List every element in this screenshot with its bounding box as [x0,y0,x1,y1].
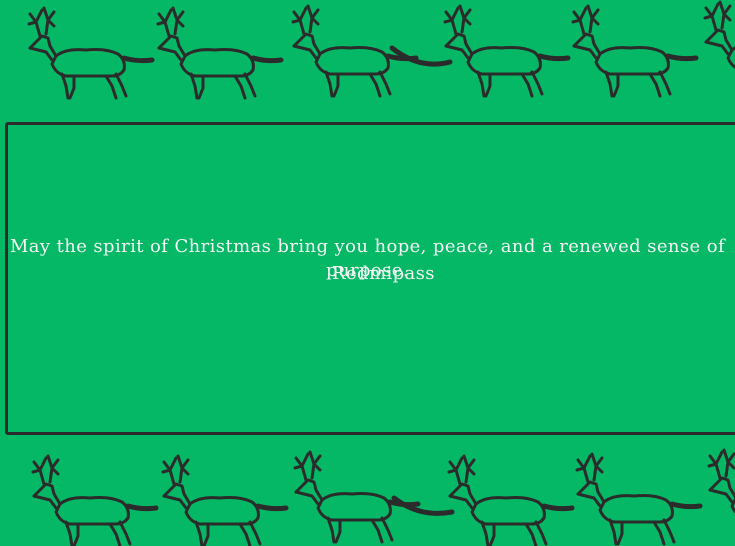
greeting-message-line-1: May the spirit of Christmas bring you ho… [9,236,726,257]
reindeer-row [0,0,735,100]
top-reindeer-border [0,0,735,100]
sender-name: Redmipass [332,263,435,284]
bottom-reindeer-border [0,446,735,546]
reindeer-row [0,446,735,546]
